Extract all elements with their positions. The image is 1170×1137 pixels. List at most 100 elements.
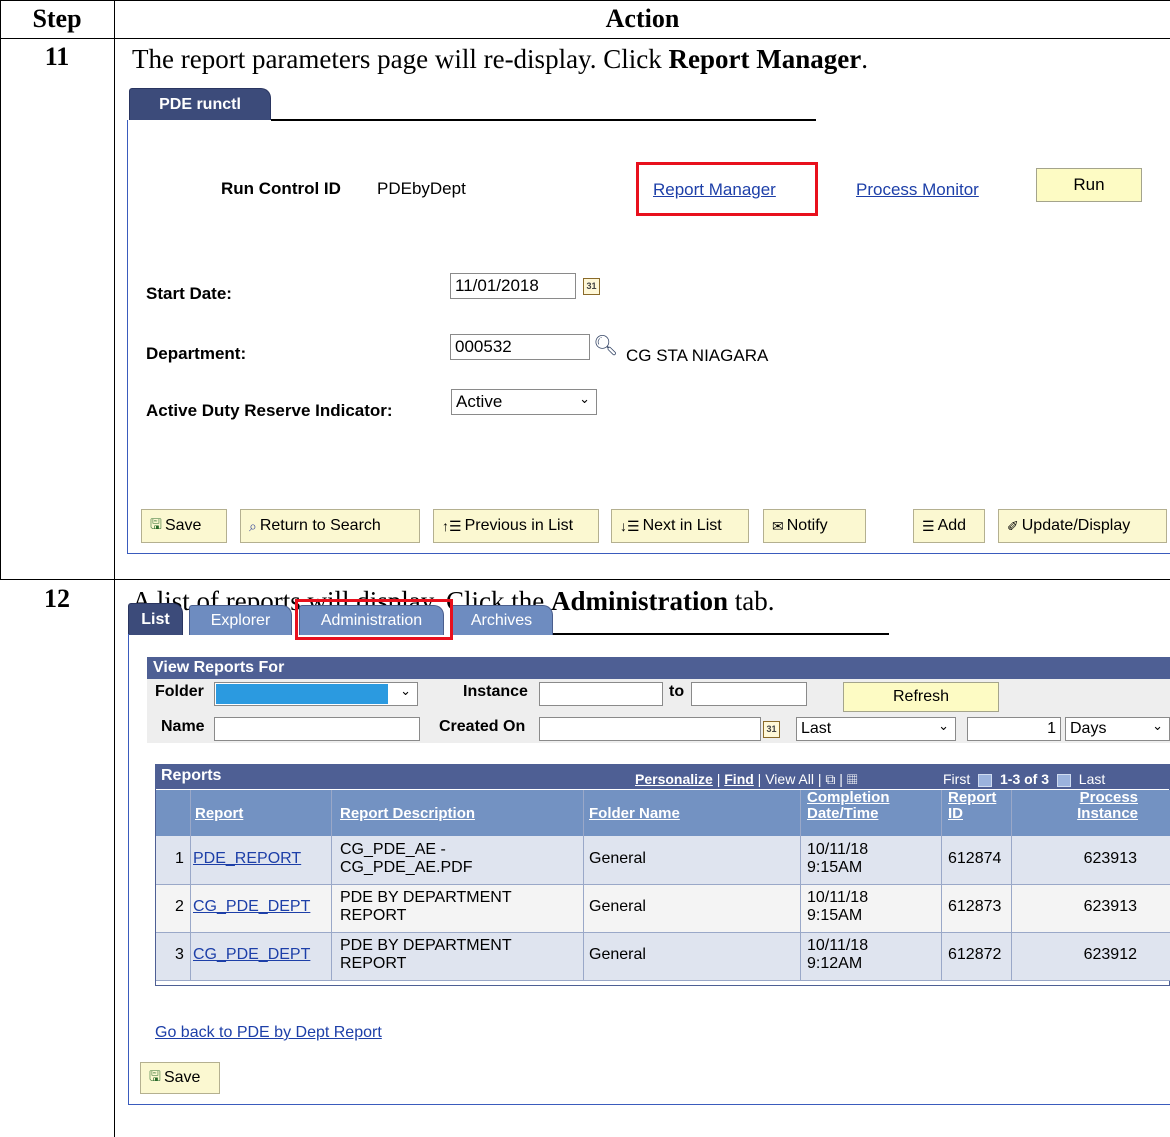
report-description: CG_PDE_AE - CG_PDE_AE.PDF [340, 841, 472, 877]
notify-label: Notify [786, 517, 828, 534]
report-link[interactable]: CG_PDE_DEPT [193, 898, 310, 916]
column-completion-line1: Completion [807, 789, 890, 806]
view-all-link[interactable]: View All [765, 771, 814, 787]
column-process-line1: Process [1079, 789, 1138, 806]
grid-navigation: First 1-3 of 3 Last [943, 771, 1105, 787]
save-icon: 🖫︎ [150, 516, 162, 532]
process-instance: 623912 [1083, 946, 1137, 963]
table-border-left [0, 0, 1, 580]
go-back-link[interactable]: Go back to PDE by Dept Report [155, 1024, 382, 1042]
tab-explorer[interactable]: Explorer [189, 605, 292, 635]
range-text: 1-3 of 3 [1000, 771, 1050, 787]
view-reports-for-header: View Reports For [147, 657, 1170, 679]
screenshot-run-control: PDE runctl Run Control ID PDEbyDept Repo… [123, 84, 1170, 554]
last-link[interactable]: Last [1079, 771, 1105, 787]
save-button[interactable]: 🖫︎ Save [141, 509, 227, 543]
calendar-icon[interactable]: 31 [583, 278, 600, 295]
reports-title: Reports [161, 767, 222, 784]
folder-select-highlight [216, 684, 388, 704]
days-select[interactable]: Days ⌄ [1065, 717, 1170, 741]
column-completion-date[interactable]: Completion Date/Time [807, 790, 890, 822]
column-report-description[interactable]: Report Description [340, 806, 475, 822]
run-control-label: Run Control ID [221, 179, 341, 198]
completion-datetime: 10/11/18 9:12AM [807, 937, 868, 973]
report-description-line2: REPORT [340, 907, 407, 924]
days-number-input[interactable]: 1 [967, 717, 1061, 741]
tab-list[interactable]: List [128, 603, 183, 635]
highlight-box [636, 162, 818, 216]
instance-label: Instance [463, 683, 528, 700]
next-icon: ↓☰ [620, 517, 640, 534]
previous-icon: ↑☰ [442, 517, 462, 534]
calendar-icon[interactable]: 31 [763, 721, 780, 738]
notify-button[interactable]: ✉ Notify [763, 509, 866, 543]
start-date-label: Start Date: [146, 284, 232, 303]
completion-date: 10/11/18 [807, 841, 869, 858]
last-select[interactable]: Last ⌄ [796, 717, 956, 741]
return-to-search-button[interactable]: ⌕ Return to Search [240, 509, 420, 543]
step-number: 12 [44, 584, 70, 613]
table-border-top [0, 0, 1170, 1]
add-icon: ☰ [922, 517, 935, 534]
chevron-down-icon: ⌄ [400, 683, 411, 698]
zoom-icon[interactable]: ⧉ [825, 771, 835, 787]
header-action: Action [605, 4, 680, 33]
add-button[interactable]: ☰ Add [913, 509, 985, 543]
chevron-down-icon: ⌄ [938, 718, 949, 733]
save-label: Save [164, 517, 202, 534]
save-button[interactable]: 🖫︎ Save [140, 1062, 220, 1094]
folder-name: General [589, 898, 646, 915]
find-link[interactable]: Find [724, 771, 754, 787]
report-description: PDE BY DEPARTMENT REPORT [340, 889, 512, 925]
table-column-divider [114, 0, 115, 1137]
column-divider [331, 790, 332, 980]
completion-datetime: 10/11/18 9:15AM [807, 841, 868, 877]
add-label: Add [937, 517, 967, 534]
lookup-search-icon[interactable]: 🔍︎ [593, 333, 618, 358]
folder-label: Folder [155, 683, 204, 700]
chevron-down-icon: ⌄ [1152, 718, 1163, 733]
adri-select[interactable]: Active ⌄ [451, 389, 597, 415]
completion-time: 9:15AM [807, 907, 863, 924]
process-instance: 623913 [1083, 850, 1137, 867]
to-label: to [669, 683, 685, 700]
column-process-line2: Instance [1077, 805, 1138, 822]
report-link[interactable]: PDE_REPORT [193, 850, 301, 868]
step-number: 11 [44, 42, 70, 71]
step-instruction: The report parameters page will re-displ… [132, 44, 868, 74]
update-display-button[interactable]: ✐ Update/Display [998, 509, 1167, 543]
column-process-instance[interactable]: Process Instance [1075, 790, 1138, 822]
previous-arrow-icon[interactable] [978, 773, 993, 787]
created-on-input[interactable] [539, 717, 761, 741]
process-monitor-link[interactable]: Process Monitor [856, 180, 979, 200]
download-icon[interactable]: ▦ [847, 771, 858, 787]
next-arrow-icon[interactable] [1056, 773, 1071, 787]
next-in-list-button[interactable]: ↓☰ Next in List [611, 509, 749, 543]
tab-pde-runctl[interactable]: PDE runctl [129, 88, 271, 120]
adri-label: Active Duty Reserve Indicator: [146, 401, 393, 420]
column-report-id-line1: Report [948, 789, 997, 806]
report-link[interactable]: CG_PDE_DEPT [193, 946, 310, 964]
refresh-button[interactable]: Refresh [843, 682, 999, 712]
column-report[interactable]: Report [195, 806, 243, 822]
start-date-input[interactable]: 11/01/2018 [450, 273, 576, 299]
completion-time: 9:12AM [807, 955, 863, 972]
column-folder-name[interactable]: Folder Name [589, 806, 680, 822]
run-button[interactable]: Run [1036, 168, 1142, 202]
completion-datetime: 10/11/18 9:15AM [807, 889, 868, 925]
tab-archives[interactable]: Archives [450, 605, 553, 635]
folder-select[interactable]: ⌄ [214, 682, 418, 706]
name-input[interactable] [214, 717, 420, 741]
department-label: Department: [146, 344, 247, 363]
return-to-search-label: Return to Search [259, 517, 381, 534]
report-description-line2: CG_PDE_AE.PDF [340, 859, 473, 876]
first-link[interactable]: First [943, 771, 970, 787]
personalize-link[interactable]: Personalize [635, 771, 713, 787]
department-input[interactable]: 000532 [450, 334, 590, 360]
column-report-id[interactable]: Report ID [948, 790, 996, 822]
previous-in-list-button[interactable]: ↑☰ Previous in List [433, 509, 599, 543]
instance-to-input[interactable] [691, 682, 807, 706]
column-divider [190, 790, 191, 980]
header-step: Step [32, 4, 82, 33]
instance-from-input[interactable] [539, 682, 663, 706]
